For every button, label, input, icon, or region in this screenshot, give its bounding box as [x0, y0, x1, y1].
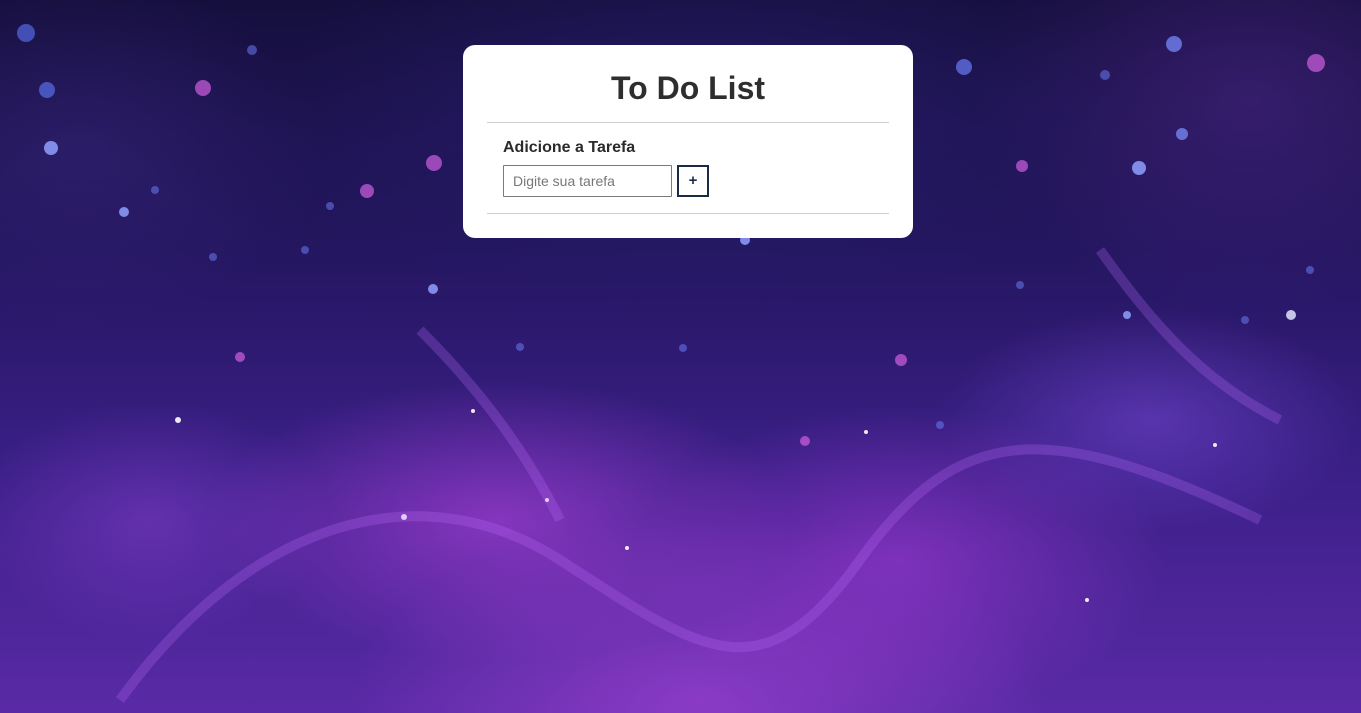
top-divider — [487, 122, 889, 123]
todo-card: To Do List Adicione a Tarefa + — [463, 45, 913, 238]
task-input[interactable] — [503, 165, 672, 197]
app-title: To Do List — [610, 70, 766, 106]
bottom-divider — [487, 213, 889, 214]
add-task-button[interactable]: + — [677, 165, 709, 197]
add-task-label: Adicione a Tarefa — [503, 139, 636, 156]
